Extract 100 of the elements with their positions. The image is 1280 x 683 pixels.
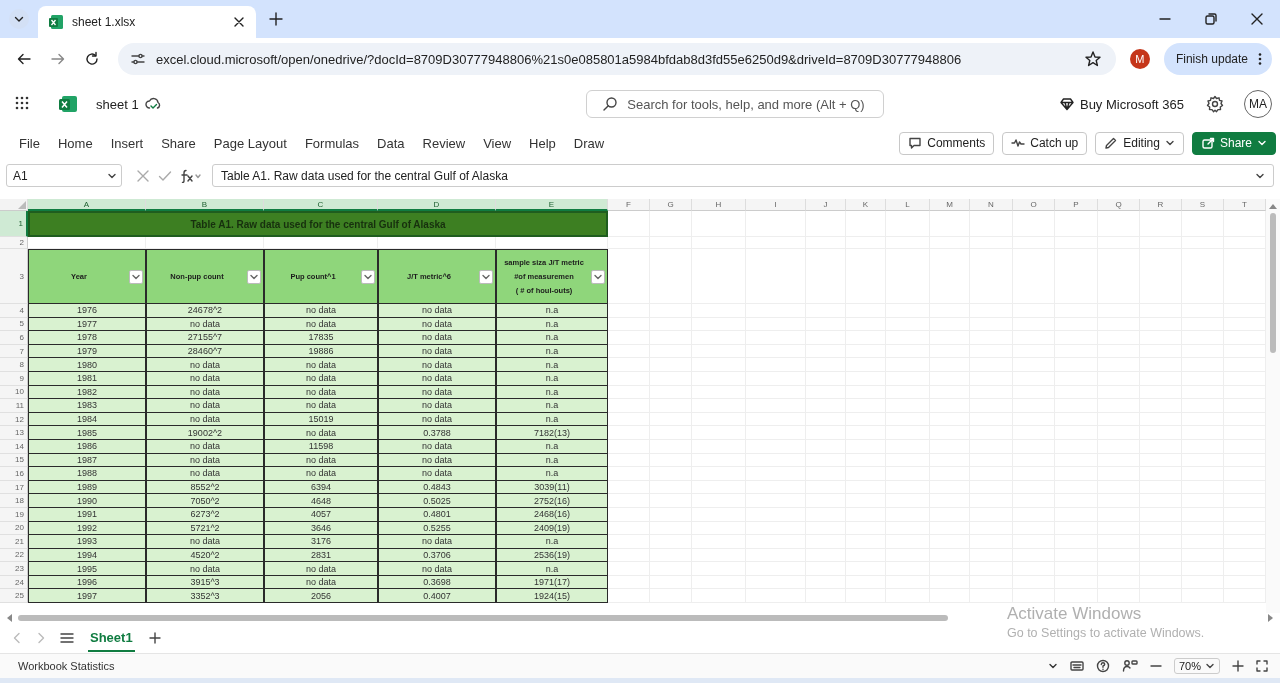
column-heading[interactable]: S [1182,199,1224,211]
empty-cell[interactable] [608,237,650,249]
workbook-statistics[interactable]: Workbook Statistics [18,660,115,672]
add-sheet-icon[interactable] [148,632,161,644]
empty-cell[interactable] [1140,211,1182,237]
row-number[interactable]: 21 [0,535,28,549]
row-number[interactable]: 16 [0,467,28,481]
ribbon-tab[interactable]: Formulas [295,131,369,155]
column-heading[interactable]: K [846,199,886,211]
browser-tab[interactable]: sheet 1.xlsx [38,6,256,38]
empty-cell[interactable] [608,249,650,304]
column-heading[interactable]: P [1055,199,1098,211]
ribbon-tab[interactable]: Data [368,131,414,155]
keyboard-icon[interactable] [1069,660,1084,672]
column-heading[interactable]: R [1140,199,1182,211]
empty-cell[interactable] [970,211,1013,237]
row-number[interactable]: 4 [0,304,28,318]
zoom-dropdown[interactable]: 70% [1173,658,1220,674]
row-number[interactable]: 23 [0,562,28,576]
fullscreen-icon[interactable] [1256,660,1268,672]
new-tab-icon[interactable] [268,11,284,27]
empty-cell[interactable] [1182,211,1224,237]
close-icon[interactable] [232,15,246,29]
column-heading[interactable]: N [970,199,1013,211]
profile-avatar[interactable]: M [1129,49,1150,69]
site-settings-icon[interactable] [130,51,146,67]
column-heading[interactable]: B [146,199,264,211]
column-heading[interactable]: A [28,199,146,211]
close-icon[interactable] [1250,12,1264,26]
ribbon-tab[interactable]: Insert [101,131,153,155]
settings-icon[interactable] [1206,95,1224,113]
filter-button[interactable] [361,269,375,284]
file-name[interactable]: sheet 1 [96,96,139,112]
address-field[interactable]: excel.cloud.microsoft/open/onedrive/?docId=8709D30777948806%21s0e085801a5984bfdab8d3fd55e6250d9&driveId=8709D30777948806 [118,43,1116,75]
column-heading[interactable]: C [264,199,378,211]
ribbon-tab[interactable]: File [10,131,49,155]
empty-cell[interactable] [1098,211,1140,237]
empty-cell[interactable] [746,211,806,237]
filter-button[interactable] [247,269,261,284]
column-heading[interactable]: F [608,199,650,211]
accessibility-icon[interactable] [1121,659,1138,673]
scrollbar-thumb[interactable] [18,615,948,621]
row-number[interactable]: 11 [0,399,28,413]
update-button[interactable]: Finish update [1163,43,1272,75]
filter-button[interactable] [591,269,605,284]
column-heading[interactable]: D [378,199,496,211]
row-number[interactable]: 3 [0,249,28,304]
ribbon-tab[interactable]: Draw [564,131,614,155]
function-icon[interactable] [180,168,202,183]
ribbon-tab[interactable]: View [474,131,521,155]
column-heading[interactable]: I [746,199,806,211]
scrollbar-thumb[interactable] [1270,213,1276,353]
restore-icon[interactable] [1204,12,1218,26]
empty-cell[interactable] [692,211,746,237]
scroll-left-icon[interactable] [6,614,12,622]
scroll-right-icon[interactable] [1268,614,1274,622]
ribbon-tab[interactable]: Share [152,131,205,155]
buy-link[interactable]: Buy Microsoft 365 [1059,96,1184,112]
star-icon[interactable] [1083,50,1102,68]
menu-icon[interactable] [60,632,74,644]
column-heading[interactable]: J [806,199,846,211]
catchup-button[interactable]: Catch up [1002,131,1088,155]
column-heading[interactable]: Q [1098,199,1140,211]
filter-button[interactable] [479,269,493,284]
row-number[interactable]: 6 [0,331,28,345]
ribbon-tab[interactable]: Review [413,131,475,155]
row-number[interactable]: 25 [0,589,28,604]
comments-button[interactable]: Comments [899,131,995,155]
empty-cell[interactable] [650,211,692,237]
row-number[interactable]: 2 [0,237,28,249]
share-button[interactable]: Share [1191,131,1276,155]
column-heading[interactable]: L [886,199,930,211]
column-heading[interactable]: H [692,199,746,211]
column-heading[interactable]: T [1224,199,1266,211]
formula-field[interactable]: Table A1. Raw data used for the central Gulf of Alaska [212,164,1274,187]
back-icon[interactable] [16,51,32,67]
column-heading[interactable]: O [1013,199,1055,211]
column-heading[interactable]: G [650,199,692,211]
empty-cell[interactable] [886,211,930,237]
help-icon[interactable] [1095,659,1110,673]
editing-button[interactable]: Editing [1095,131,1184,155]
row-number[interactable]: 13 [0,426,28,440]
row-number[interactable]: 8 [0,358,28,372]
sheet-tab[interactable]: Sheet1 [88,624,135,652]
row-number[interactable]: 18 [0,494,28,508]
empty-cell[interactable] [1013,211,1055,237]
reload-icon[interactable] [84,51,100,67]
empty-cell[interactable] [846,211,886,237]
row-number[interactable]: 1 [0,211,28,237]
empty-cell[interactable] [1055,211,1098,237]
zoom-in-icon[interactable] [1232,660,1244,672]
filter-button[interactable] [129,269,143,284]
ribbon-tab[interactable]: Help [520,131,565,155]
empty-cell[interactable] [930,211,970,237]
select-all-icon[interactable] [18,201,26,209]
ribbon-tab[interactable]: Page Layout [204,131,296,155]
column-heading[interactable]: M [930,199,970,211]
tab-list-icon[interactable] [8,8,30,30]
empty-cell[interactable] [806,211,846,237]
scroll-up-icon[interactable] [1269,203,1277,209]
